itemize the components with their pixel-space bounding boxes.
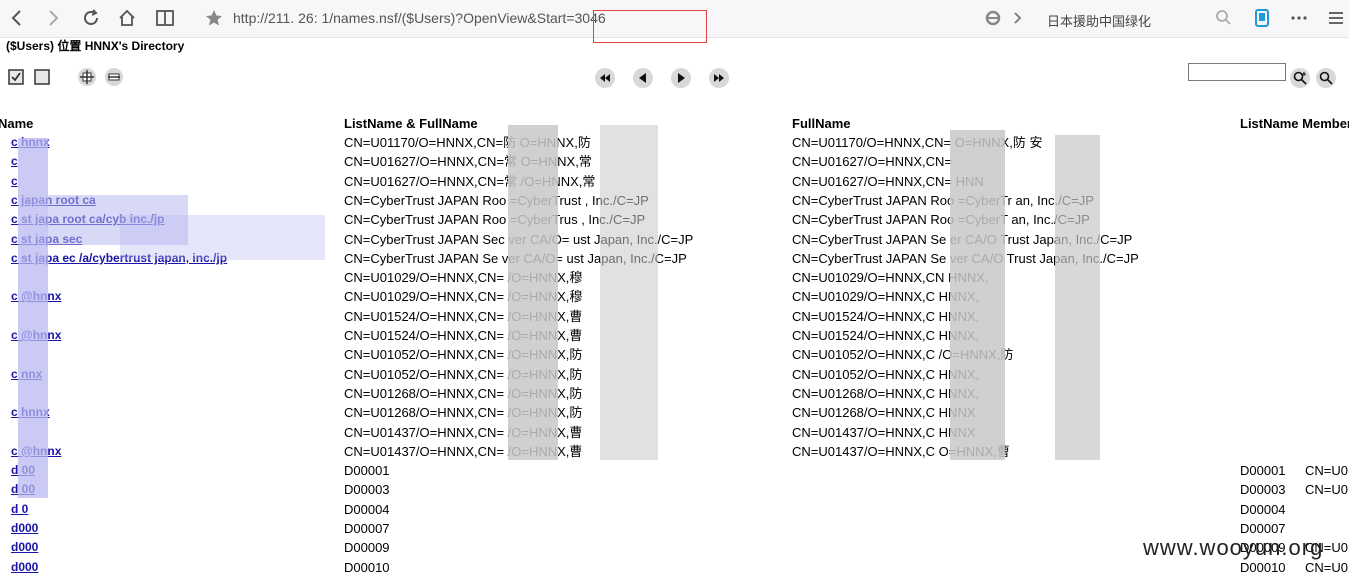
browser-toolbar: http://211. 26: 1/names.nsf/($Users)?Ope… [0,0,1349,43]
deselect-all-icon[interactable] [33,68,51,86]
member-value-cell: CN=U0 [1305,463,1348,479]
column-header-fullname[interactable]: FullName [792,116,851,131]
reader-icon[interactable] [154,7,176,29]
fullname-cell: CN=CyberTrust JAPAN Roo =CyberTr an, Inc… [792,192,1094,208]
table-row: CN=U01524/O=HNNX,CN= /O=HNNX,曹 CN=U01524/… [0,307,1349,326]
member-value-cell: CN=U0 [1305,482,1348,498]
search-icon[interactable] [1213,7,1235,29]
redaction-blur [508,125,558,460]
last-page-icon[interactable] [709,68,729,88]
name-link[interactable]: d000 [11,558,38,577]
table-row: c @hnnxCN=U01437/O=HNNX,CN= /O=HNNX,曹CN=… [0,442,1349,461]
table-row: c CN=U01627/O=HNNX,CN=常 /O=HNNX,常 CN=U0162… [0,172,1349,191]
column-header-listname-fullname[interactable]: ListName & FullName [344,116,478,131]
member-cell: D00001 [1240,463,1286,479]
name-link[interactable]: d 0 [11,500,28,519]
address-bar[interactable]: http://211. 26: 1/names.nsf/($Users)?Ope… [233,10,606,26]
redaction-blur [950,130,1005,460]
table-row: CN=U01029/O=HNNX,CN= /O=HNNX,穆 CN=U01029/… [0,268,1349,287]
star-icon[interactable] [203,7,225,29]
redaction-blur [120,215,325,260]
name-link[interactable]: c [11,152,18,171]
expand-icon[interactable] [78,68,96,86]
more-icon[interactable] [1288,7,1310,29]
listname-fullname-cell: D00009 [344,540,390,556]
table-row: c japan root caCN=CyberTrust JAPAN Roo =… [0,191,1349,210]
member-cell: D00004 [1240,501,1286,517]
table-row: c CN=U01627/O=HNNX,CN=常 O=HNNX,常 CN=U01627… [0,152,1349,171]
listname-fullname-cell: D00001 [344,463,390,479]
table-row: CN=U01437/O=HNNX,CN= /O=HNNX,曹 CN=U01437/… [0,423,1349,442]
fullname-cell: CN=CyberTrust JAPAN Roo =CyberT an, Inc.… [792,212,1090,228]
redaction-blur [1055,135,1100,460]
table-row: c @hnnxCN=U01029/O=HNNX,CN= /O=HNNX,穆CN=… [0,287,1349,306]
table-row: CN=U01052/O=HNNX,CN= /O=HNNX,防 CN=U01052/… [0,345,1349,364]
table-row: d 00D00003D00003CN=U0 [0,480,1349,499]
table-row: d 0 D00004 D00004 [0,500,1349,519]
fullname-cell: CN=U01437/O=HNNX,C HNNX [792,424,976,440]
tablet-icon[interactable] [1251,7,1273,29]
column-header-listname-members[interactable]: ListName Members [1240,116,1349,131]
ie-icon[interactable] [982,7,1004,29]
table-row: c @hnnxCN=U01524/O=HNNX,CN= /O=HNNX,曹CN=… [0,326,1349,345]
forward-icon[interactable] [42,7,64,29]
first-page-icon[interactable] [595,68,615,88]
name-link[interactable]: d000 [11,519,38,538]
name-link[interactable]: d000 [11,538,38,557]
listname-fullname-cell: D00003 [344,482,390,498]
page-title: ($Users) 位置 HNNX's Directory [6,39,185,53]
menu-icon[interactable] [1325,7,1347,29]
select-all-icon[interactable] [7,68,25,86]
listname-fullname-cell: D00010 [344,559,390,575]
table-row: c nnxCN=U01052/O=HNNX,CN= /O=HNNX,防CN=U0… [0,365,1349,384]
browser-search-text[interactable]: 日本援助中国绿化 [1047,11,1151,30]
search-options-icon[interactable] [1290,68,1310,88]
search-icon[interactable] [1316,68,1336,88]
member-cell: D00003 [1240,482,1286,498]
reload-icon[interactable] [80,7,102,29]
name-link[interactable]: c [11,172,18,191]
previous-page-icon[interactable] [633,68,653,88]
highlight-box [593,10,707,43]
collapse-icon[interactable] [105,68,123,86]
next-page-icon[interactable] [671,68,691,88]
table-row: c hnnxCN=U01268/O=HNNX,CN= /O=HNNX,防CN=U… [0,403,1349,422]
home-icon[interactable] [116,7,138,29]
table-row: d 00D00001D00001CN=U0 [0,461,1349,480]
watermark: www.wooyun.org [1143,535,1324,560]
view-search-input[interactable] [1188,63,1286,81]
redaction-blur [18,138,48,498]
fullname-cell: CN=U01268/O=HNNX,C HNNX [792,405,976,421]
listname-fullname-cell: D00004 [344,501,390,517]
listname-fullname-cell: D00007 [344,521,390,536]
table-row: CN=U01268/O=HNNX,CN= /O=HNNX,防 CN=U01268/… [0,384,1349,403]
back-icon[interactable] [6,7,28,29]
column-header-name[interactable]: Name [0,116,33,131]
fullname-cell: CN=U01627/O=HNNX,CN= [792,154,953,170]
table-row: c hnnxCN=U01170/O=HNNX,CN=防 O=HNNX,防CN=U… [0,133,1349,152]
redaction-blur [600,125,658,460]
chevron-right-icon[interactable] [1006,7,1028,29]
